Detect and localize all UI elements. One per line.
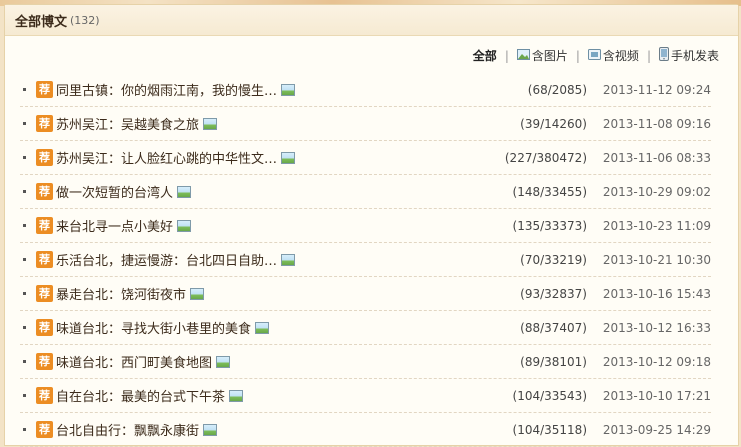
post-title-link[interactable]: 暴走台北：饶河街夜市 [56, 284, 186, 303]
bullet-icon [23, 190, 26, 193]
filter-with-images-label: 含图片 [531, 49, 568, 63]
recommended-badge: 荐 [36, 421, 53, 438]
post-row: 荐 做一次短暂的台湾人 (148/33455) 2013-10-29 09:02 [20, 175, 711, 209]
comment-view-stats: (227/380472) [504, 150, 587, 165]
post-title-link[interactable]: 台北自由行：飘飘永康街 [56, 420, 199, 439]
panel-header: 全部博文 (132) [5, 5, 738, 36]
bullet-icon [23, 122, 26, 125]
post-date: 2013-09-25 14:29 [602, 422, 711, 437]
recommended-badge: 荐 [36, 387, 53, 404]
recommended-badge: 荐 [36, 251, 53, 268]
post-title-link[interactable]: 味道台北：西门町美食地图 [56, 352, 212, 371]
post-date: 2013-11-08 09:16 [602, 116, 711, 131]
post-title-link[interactable]: 苏州吴江：吴越美食之旅 [56, 114, 199, 133]
filter-with-video-label: 含视频 [602, 49, 639, 63]
bullet-icon [23, 88, 26, 91]
post-row: 荐 苏州吴江：吴越美食之旅 (39/14260) 2013-11-08 09:1… [20, 107, 711, 141]
post-row: 荐 来台北寻一点小美好 (135/33373) 2013-10-23 11:09 [20, 209, 711, 243]
post-title-link[interactable]: 味道台北：寻找大街小巷里的美食 [56, 318, 251, 337]
bullet-icon [23, 326, 26, 329]
comment-view-stats: (88/37407) [520, 320, 587, 335]
bullet-icon [23, 258, 26, 261]
post-title-link[interactable]: 自在台北：最美的台式下午茶 [56, 386, 225, 405]
post-date: 2013-10-10 17:21 [602, 388, 711, 403]
post-title-link[interactable]: 同里古镇：你的烟雨江南，我的慢生… [56, 80, 277, 99]
post-title-link[interactable]: 苏州吴江：让人脸红心跳的中华性文… [56, 148, 277, 167]
recommended-badge: 荐 [36, 285, 53, 302]
post-row: 荐 味道台北：西门町美食地图 (89/38101) 2013-10-12 09:… [20, 345, 711, 379]
post-date: 2013-10-29 09:02 [602, 184, 711, 199]
post-row: 荐 味道台北：寻找大街小巷里的美食 (88/37407) 2013-10-12 … [20, 311, 711, 345]
filter-with-video[interactable]: 含视频 [587, 47, 639, 64]
post-date: 2013-10-23 11:09 [602, 218, 711, 233]
image-icon [255, 321, 270, 334]
comment-view-stats: (68/2085) [527, 82, 587, 97]
recommended-badge: 荐 [36, 353, 53, 370]
mobile-phone-icon [658, 47, 669, 64]
recommended-badge: 荐 [36, 319, 53, 336]
post-date: 2013-10-21 10:30 [602, 252, 711, 267]
comment-view-stats: (39/14260) [520, 116, 587, 131]
panel-title: 全部博文 [15, 14, 68, 30]
filter-separator: | [575, 48, 580, 63]
post-title-link[interactable]: 做一次短暂的台湾人 [56, 182, 173, 201]
filter-separator: | [504, 48, 509, 63]
filter-mobile-post[interactable]: 手机发表 [658, 47, 719, 64]
filter-bar: 全部 | 含图片 | 含视频 | 手机发表 [473, 47, 719, 64]
comment-view-stats: (104/33543) [512, 388, 587, 403]
image-icon [190, 287, 205, 300]
image-icon [216, 355, 231, 368]
post-title-link[interactable]: 来台北寻一点小美好 [56, 216, 173, 235]
image-icon [177, 219, 192, 232]
post-row: 荐 自在台北：最美的台式下午茶 (104/33543) 2013-10-10 1… [20, 379, 711, 413]
comment-view-stats: (104/35118) [512, 422, 587, 437]
post-row: 荐 同里古镇：你的烟雨江南，我的慢生… (68/2085) 2013-11-12… [20, 73, 711, 107]
filter-mobile-post-label: 手机发表 [670, 49, 719, 63]
post-title-link[interactable]: 乐活台北，捷运慢游：台北四日自助… [56, 250, 277, 269]
comment-view-stats: (70/33219) [520, 252, 587, 267]
post-row: 荐 台北自由行：飘飘永康街 (104/35118) 2013-09-25 14:… [20, 413, 711, 447]
post-row: 荐 暴走台北：饶河街夜市 (93/32837) 2013-10-16 15:43 [20, 277, 711, 311]
recommended-badge: 荐 [36, 115, 53, 132]
post-row: 荐 乐活台北，捷运慢游：台北四日自助… (70/33219) 2013-10-2… [20, 243, 711, 277]
image-icon [281, 151, 296, 164]
image-icon [281, 253, 296, 266]
post-date: 2013-10-16 15:43 [602, 286, 711, 301]
bullet-icon [23, 156, 26, 159]
filter-with-images[interactable]: 含图片 [516, 47, 568, 64]
post-row: 荐 苏州吴江：让人脸红心跳的中华性文… (227/380472) 2013-11… [20, 141, 711, 175]
post-date: 2013-10-12 16:33 [602, 320, 711, 335]
image-icon [229, 389, 244, 402]
recommended-badge: 荐 [36, 183, 53, 200]
comment-view-stats: (93/32837) [520, 286, 587, 301]
image-icon [516, 48, 530, 63]
post-list: 荐 同里古镇：你的烟雨江南，我的慢生… (68/2085) 2013-11-12… [20, 73, 711, 447]
recommended-badge: 荐 [36, 149, 53, 166]
post-count: (132) [70, 13, 100, 27]
image-icon [203, 423, 218, 436]
post-date: 2013-10-12 09:18 [602, 354, 711, 369]
video-icon [587, 48, 601, 63]
comment-view-stats: (135/33373) [512, 218, 587, 233]
image-icon [281, 83, 296, 96]
bullet-icon [23, 292, 26, 295]
bullet-icon [23, 394, 26, 397]
comment-view-stats: (89/38101) [520, 354, 587, 369]
bullet-icon [23, 360, 26, 363]
image-icon [177, 185, 192, 198]
post-date: 2013-11-12 09:24 [602, 82, 711, 97]
image-icon [203, 117, 218, 130]
filter-all[interactable]: 全部 [473, 47, 497, 64]
recommended-badge: 荐 [36, 217, 53, 234]
filter-separator: | [646, 48, 651, 63]
post-date: 2013-11-06 08:33 [602, 150, 711, 165]
recommended-badge: 荐 [36, 81, 53, 98]
bullet-icon [23, 224, 26, 227]
comment-view-stats: (148/33455) [512, 184, 587, 199]
